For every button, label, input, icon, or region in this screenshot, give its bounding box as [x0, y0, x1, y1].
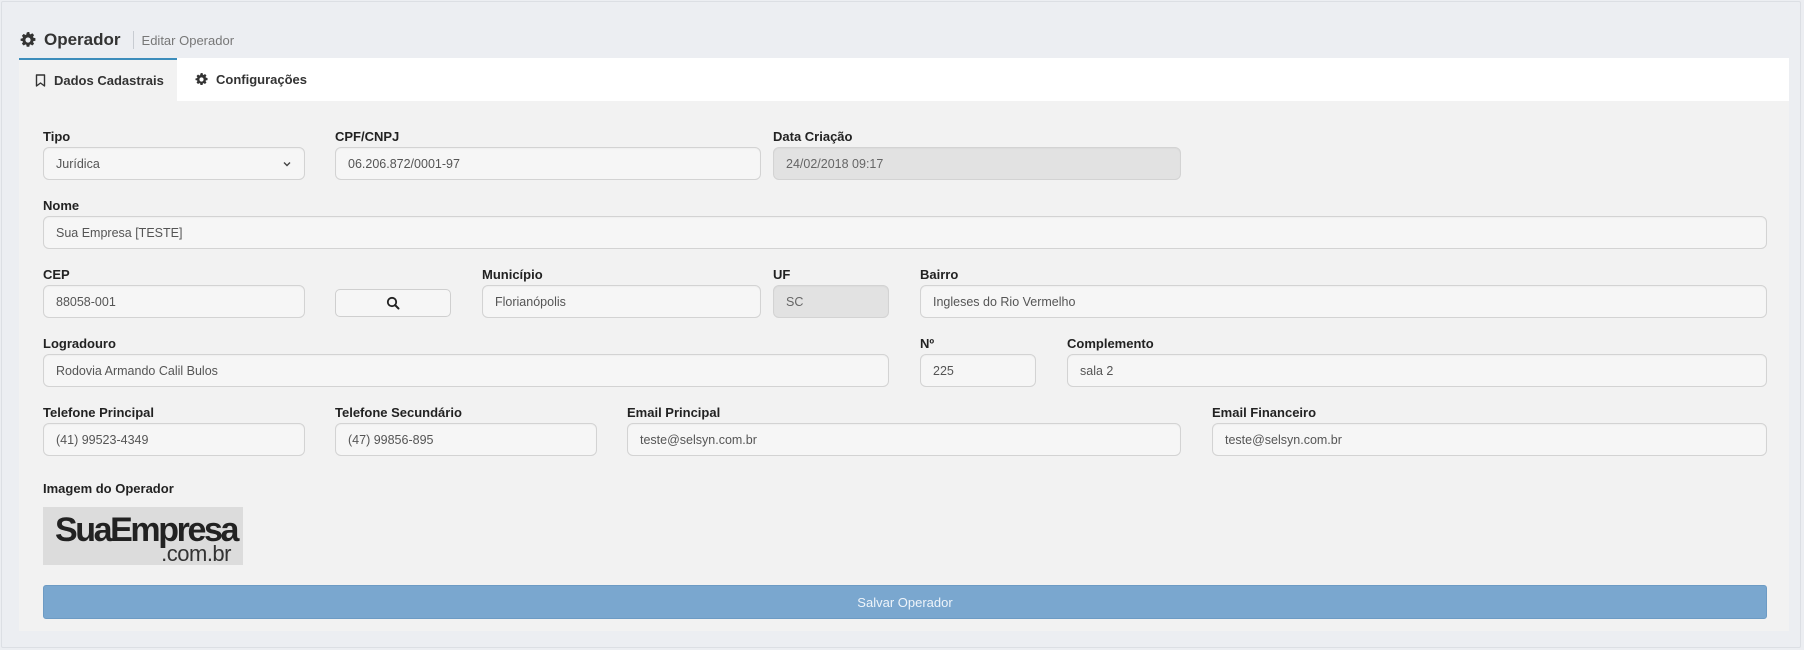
save-button[interactable]: Salvar Operador [43, 585, 1767, 619]
telefone-principal-value: (41) 99523-4349 [56, 432, 149, 447]
tab-bar: Dados Cadastrais Configurações [19, 58, 1789, 101]
municipio-value: Florianópolis [495, 294, 566, 309]
email-financeiro-value: teste@selsyn.com.br [1225, 432, 1342, 447]
numero-value: 225 [933, 363, 954, 378]
municipio-input[interactable]: Florianópolis [482, 285, 761, 318]
uf-label: UF [773, 267, 791, 282]
cpf-cnpj-value: 06.206.872/0001-97 [348, 156, 460, 171]
telefone-principal-label: Telefone Principal [43, 405, 155, 420]
telefone-secundario-input[interactable]: (47) 99856-895 [335, 423, 597, 456]
email-financeiro-input[interactable]: teste@selsyn.com.br [1212, 423, 1767, 456]
logradouro-input[interactable]: Rodovia Armando Calil Bulos [43, 354, 889, 387]
email-financeiro-label: Email Financeiro [1212, 405, 1317, 420]
tab-configuracoes[interactable]: Configurações [195, 58, 345, 101]
telefone-secundario-value: (47) 99856-895 [348, 432, 434, 447]
tipo-select[interactable]: Jurídica [43, 147, 305, 180]
bookmark-icon [35, 74, 46, 87]
chevron-down-icon [283, 161, 291, 166]
imagem-operador-label: Imagem do Operador [43, 481, 174, 496]
municipio-label: Município [482, 267, 543, 282]
bairro-value: Ingleses do Rio Vermelho [933, 294, 1076, 309]
gear-icon [195, 73, 208, 86]
logradouro-label: Logradouro [43, 336, 116, 351]
page-frame: Operador Editar Operador Dados Cadastrai… [1, 1, 1801, 648]
header-divider [132, 31, 134, 49]
data-criacao-label: Data Criação [773, 129, 853, 144]
numero-label: Nº [920, 336, 935, 351]
cep-search-button[interactable] [335, 289, 451, 317]
tab-dados-cadastrais[interactable]: Dados Cadastrais [19, 58, 177, 101]
tipo-value: Jurídica [56, 156, 100, 171]
search-icon [386, 296, 400, 310]
bairro-label: Bairro [920, 267, 959, 282]
form-panel: Tipo Jurídica CPF/CNPJ 06.206.872/0001-9… [19, 101, 1789, 631]
data-criacao-value: 24/02/2018 09:17 [786, 156, 884, 171]
cpf-cnpj-label: CPF/CNPJ [335, 129, 400, 144]
complemento-input[interactable]: sala 2 [1067, 354, 1767, 387]
cep-label: CEP [43, 267, 70, 282]
page-header: Operador Editar Operador [20, 25, 234, 55]
email-principal-value: teste@selsyn.com.br [640, 432, 757, 447]
complemento-value: sala 2 [1080, 363, 1114, 378]
uf-value: SC [786, 294, 804, 309]
tipo-label: Tipo [43, 129, 71, 144]
tab-label: Configurações [216, 72, 308, 87]
operador-logo-image[interactable]: SuaEmpresa .com.br [43, 507, 243, 565]
page-title: Operador [44, 30, 121, 49]
telefone-secundario-label: Telefone Secundário [335, 405, 462, 420]
nome-value: Sua Empresa [TESTE] [56, 225, 183, 240]
email-principal-input[interactable]: teste@selsyn.com.br [627, 423, 1181, 456]
nome-input[interactable]: Sua Empresa [TESTE] [43, 216, 1767, 249]
nome-label: Nome [43, 198, 80, 213]
email-principal-label: Email Principal [627, 405, 721, 420]
tab-label: Dados Cadastrais [54, 73, 164, 88]
logradouro-value: Rodovia Armando Calil Bulos [56, 363, 218, 378]
gear-icon [20, 32, 36, 47]
bairro-input[interactable]: Ingleses do Rio Vermelho [920, 285, 1767, 318]
cep-value: 88058-001 [56, 294, 116, 309]
cpf-cnpj-input[interactable]: 06.206.872/0001-97 [335, 147, 761, 180]
data-criacao-field: 24/02/2018 09:17 [773, 147, 1181, 180]
complemento-label: Complemento [1067, 336, 1154, 351]
cep-input[interactable]: 88058-001 [43, 285, 305, 318]
page-subtitle: Editar Operador [141, 32, 235, 48]
uf-field: SC [773, 285, 889, 318]
numero-input[interactable]: 225 [920, 354, 1036, 387]
telefone-principal-input[interactable]: (41) 99523-4349 [43, 423, 305, 456]
